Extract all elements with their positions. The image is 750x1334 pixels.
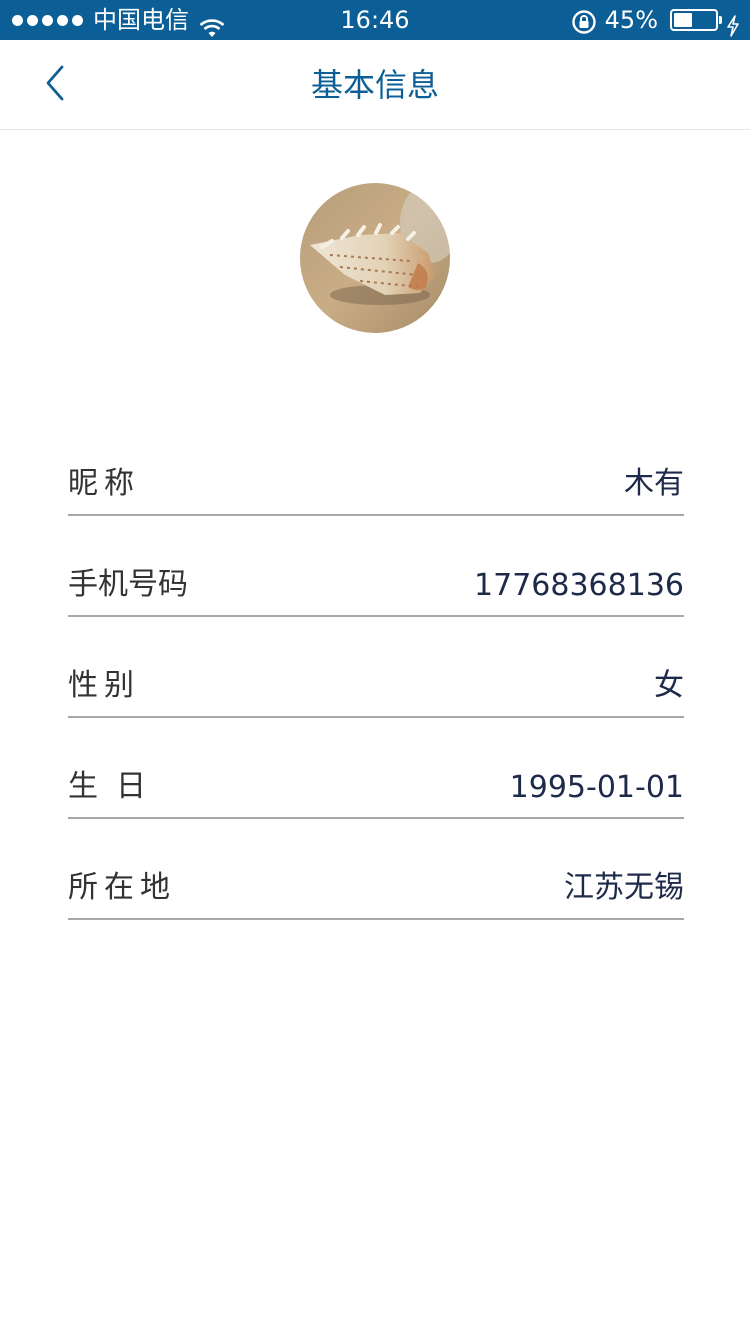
battery-percent: 45%: [604, 6, 658, 34]
gender-value: 女: [654, 668, 684, 703]
nickname-label: 昵称: [68, 466, 140, 501]
seashell-image: [300, 183, 450, 333]
charging-bolt-icon: [726, 9, 740, 37]
screen: 中国电信 16:46 45% 基本信息 昵称 木有 手机号码 177683681…: [0, 0, 750, 1334]
birthday-label: 生日: [68, 769, 164, 804]
status-bar-right: 45%: [571, 0, 740, 40]
page-title: 基本信息: [310, 66, 439, 104]
status-bar: 中国电信 16:46 45%: [0, 0, 750, 40]
info-row-phone[interactable]: 手机号码 17768368136: [68, 516, 684, 617]
birthday-value: 1995-01-01: [509, 770, 684, 805]
nickname-value: 木有: [624, 466, 684, 501]
info-row-gender[interactable]: 性别 女: [68, 617, 684, 718]
info-row-location[interactable]: 所在地 江苏无锡: [68, 819, 684, 920]
info-row-nickname[interactable]: 昵称 木有: [68, 415, 684, 516]
nav-bar: 基本信息: [0, 40, 750, 130]
avatar[interactable]: [300, 183, 450, 333]
info-row-birthday[interactable]: 生日 1995-01-01: [68, 718, 684, 819]
phone-value: 17768368136: [474, 568, 684, 603]
location-label: 所在地: [68, 870, 176, 905]
battery-level-fill: [674, 13, 692, 27]
gender-label: 性别: [68, 668, 140, 703]
phone-label: 手机号码: [68, 567, 188, 602]
info-list: 昵称 木有 手机号码 17768368136 性别 女 生日 1995-01-0…: [68, 415, 684, 920]
battery-icon: [670, 9, 722, 31]
location-value: 江苏无锡: [564, 870, 684, 905]
orientation-lock-icon: [571, 7, 597, 34]
